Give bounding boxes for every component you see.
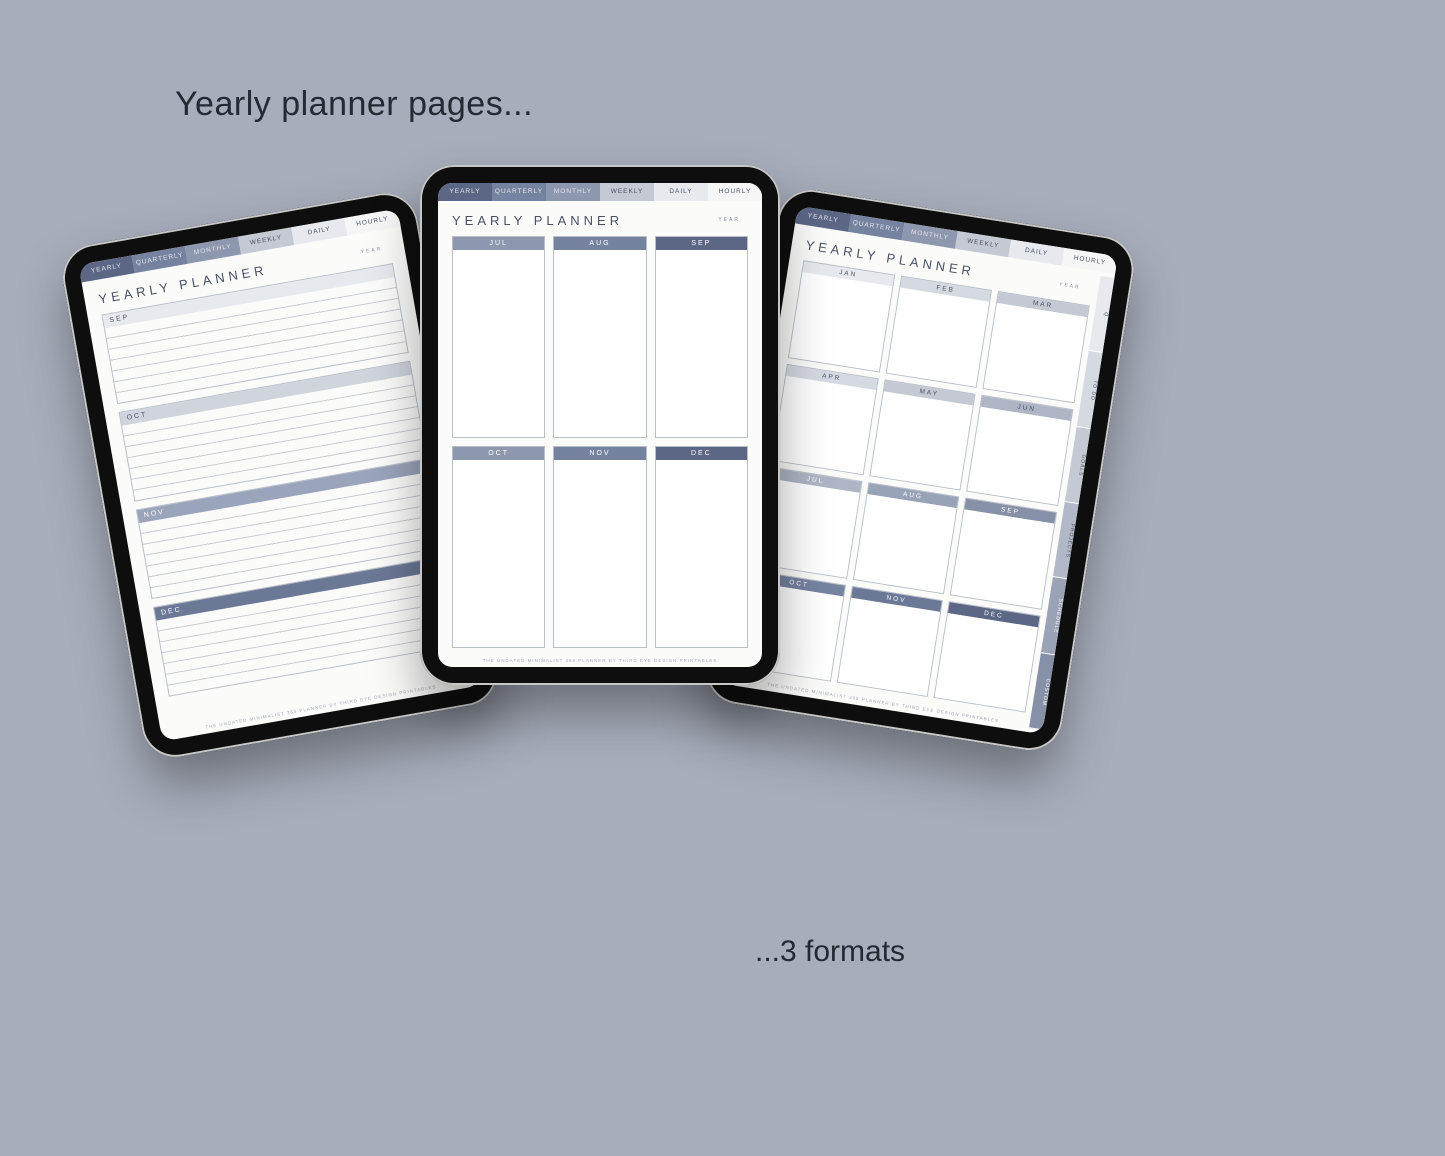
tab-yearly[interactable]: YEARLY: [78, 255, 134, 282]
month-header: SEP: [656, 237, 747, 250]
tab-monthly[interactable]: MONTHLY: [902, 223, 958, 249]
tablet-format-2: YEARLY QUARTERLY MONTHLY WEEKLY DAILY HO…: [420, 165, 780, 685]
month-header: AUG: [554, 237, 645, 250]
month-column-oct: OCT: [452, 446, 545, 648]
tab-quarterly[interactable]: QUARTERLY: [848, 214, 904, 240]
month-cell-dec: DEC: [934, 601, 1041, 713]
tab-hourly[interactable]: HOURLY: [1062, 248, 1118, 274]
product-footer: ...3 formats: [755, 935, 905, 969]
month-cell-jun: JUN: [967, 394, 1074, 506]
tab-yearly[interactable]: YEARLY: [795, 206, 851, 232]
tab-quarterly[interactable]: QUARTERLY: [492, 183, 546, 201]
tab-hourly[interactable]: HOURLY: [708, 183, 762, 201]
month-column-jul: JUL: [452, 236, 545, 438]
tab-hourly[interactable]: HOURLY: [344, 209, 400, 236]
month-header: DEC: [656, 447, 747, 460]
month-header: OCT: [453, 447, 544, 460]
month-cell-jan: JAN: [788, 260, 895, 372]
month-column-nov: NOV: [553, 446, 646, 648]
month-column-aug: AUG: [553, 236, 646, 438]
month-header: JUL: [453, 237, 544, 250]
tab-monthly[interactable]: MONTHLY: [185, 237, 241, 264]
tab-monthly[interactable]: MONTHLY: [546, 183, 600, 201]
tab-yearly[interactable]: YEARLY: [438, 183, 492, 201]
month-cell-feb: FEB: [885, 276, 992, 388]
month-column-dec: DEC: [655, 446, 748, 648]
month-cell-mar: MAR: [983, 291, 1090, 403]
page-title: YEARLY PLANNER: [452, 213, 748, 228]
tab-weekly[interactable]: WEEKLY: [238, 227, 294, 254]
month-cell-apr: APR: [772, 363, 879, 475]
tab-weekly[interactable]: WEEKLY: [955, 231, 1011, 257]
month-cell-nov: NOV: [836, 585, 943, 697]
year-label: YEAR: [718, 217, 740, 223]
tab-weekly[interactable]: WEEKLY: [600, 183, 654, 201]
product-heading: Yearly planner pages...: [175, 85, 533, 124]
footnote: THE UNDATED MINIMALIST 365 PLANNER BY TH…: [438, 654, 762, 667]
month-cell-sep: SEP: [950, 497, 1057, 609]
month-cell-may: MAY: [869, 379, 976, 491]
month-header: NOV: [554, 447, 645, 460]
tab-quarterly[interactable]: QUARTERLY: [132, 246, 188, 273]
month-column-sep: SEP: [655, 236, 748, 438]
tab-daily[interactable]: DAILY: [291, 218, 347, 245]
month-cell-aug: AUG: [853, 482, 960, 594]
tab-bar: YEARLY QUARTERLY MONTHLY WEEKLY DAILY HO…: [438, 183, 762, 201]
tab-daily[interactable]: DAILY: [654, 183, 708, 201]
tab-daily[interactable]: DAILY: [1008, 239, 1064, 265]
